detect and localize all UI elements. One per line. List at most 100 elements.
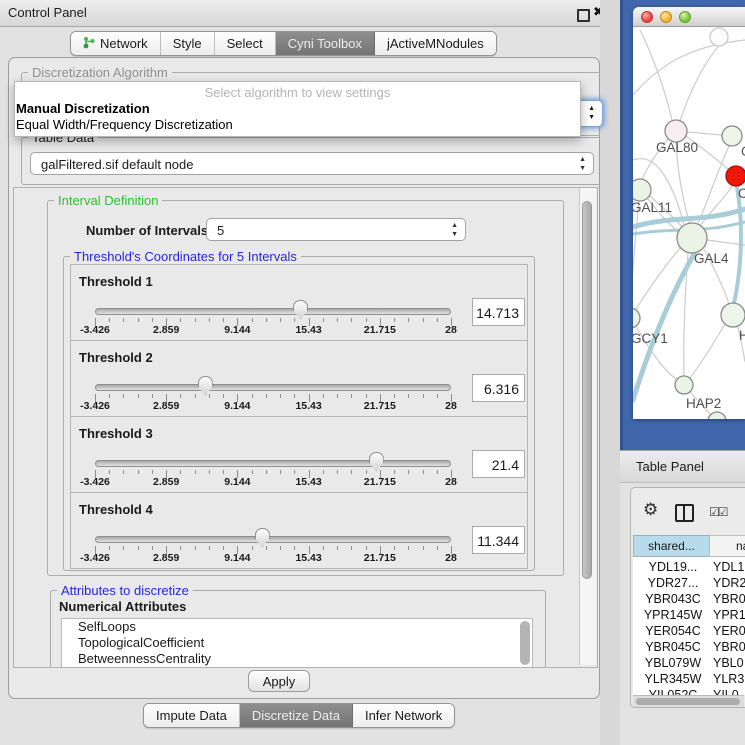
minor-tick [152, 470, 153, 474]
network-edge[interactable] [635, 247, 681, 311]
threshold-value-field[interactable]: 14.713 [472, 298, 525, 326]
horizontal-scrollbar[interactable] [633, 695, 744, 707]
network-edge[interactable] [640, 30, 672, 120]
table-row[interactable]: YBR043CYBR0 [633, 591, 745, 607]
network-node-gal4[interactable] [677, 223, 707, 253]
table-row[interactable]: YLR345WYLR3 [633, 671, 745, 687]
scale-label: -3.426 [65, 400, 125, 412]
tab-select[interactable]: Select [215, 32, 276, 55]
discretization-algorithm-title: Discretization Algorithm [28, 65, 172, 80]
column-header-name[interactable]: na [709, 535, 745, 557]
cell-shared-name: YBR045C [637, 639, 709, 655]
minor-tick [280, 318, 281, 322]
minor-tick [280, 394, 281, 398]
slider-track[interactable] [95, 384, 451, 391]
vertical-scrollbar-thumb[interactable] [582, 201, 592, 579]
network-node[interactable] [710, 28, 728, 46]
table-row[interactable]: YER054CYER0 [633, 623, 745, 639]
network-node-hap2[interactable] [675, 376, 693, 394]
cell-shared-name: YIL052C [637, 687, 709, 695]
slider-thumb[interactable] [293, 300, 308, 319]
network-edge[interactable] [690, 324, 725, 378]
network-node-label: GAL11 [633, 200, 672, 215]
minor-tick [152, 394, 153, 398]
slider-track[interactable] [95, 460, 451, 467]
float-window-icon[interactable] [577, 9, 590, 22]
column-header-shared[interactable]: shared... [633, 535, 710, 557]
panel-divider[interactable] [600, 0, 620, 745]
table-row[interactable]: YPR145WYPR1 [633, 607, 745, 623]
network-node-label: GAL4 [694, 251, 729, 266]
horizontal-scrollbar-thumb[interactable] [636, 698, 740, 705]
tab-cyni-toolbox[interactable]: Cyni Toolbox [276, 32, 375, 55]
minor-tick [195, 470, 196, 474]
combo-spinner-icon[interactable]: ▲▼ [579, 155, 586, 173]
tab-style[interactable]: Style [161, 32, 215, 55]
tab-infer-network[interactable]: Infer Network [353, 704, 454, 727]
network-edge-thick[interactable] [734, 187, 741, 303]
attribute-list-item[interactable]: SelfLoops [62, 619, 532, 635]
network-edge[interactable] [687, 132, 722, 135]
tab-network-label: Network [100, 36, 148, 51]
network-edge[interactable] [633, 40, 745, 95]
number-of-intervals-combobox[interactable]: 5 ▲▼ [206, 218, 466, 241]
slider-thumb[interactable] [198, 376, 213, 395]
threshold-value-field[interactable]: 11.344 [472, 526, 525, 554]
table-row[interactable]: YBL079WYBL0 [633, 655, 745, 671]
network-window-titlebar[interactable] [633, 7, 745, 27]
network-node-h[interactable] [721, 303, 745, 327]
network-node-label: HAP2 [686, 396, 721, 411]
table-row[interactable]: YBR045CYBR0 [633, 639, 745, 655]
dropdown-hint-option[interactable]: Select algorithm to view settings [15, 82, 580, 101]
threshold-value-field[interactable]: 21.4 [472, 450, 525, 478]
combo-spinner-icon[interactable]: ▲▼ [451, 221, 458, 239]
network-node-c[interactable] [726, 166, 745, 186]
minor-tick [366, 546, 367, 550]
minimize-traffic-light[interactable] [660, 11, 672, 23]
minor-tick [323, 546, 324, 550]
network-canvas[interactable]: GAL80GCGAL11GAL4GCY1HHAP2 [633, 27, 745, 419]
tab-jactivemnodules[interactable]: jActiveMNodules [375, 32, 496, 55]
table-row[interactable]: YDR27...YDR2 [633, 575, 745, 591]
tab-impute-data[interactable]: Impute Data [144, 704, 240, 727]
threshold-value-field[interactable]: 6.316 [472, 374, 525, 402]
numerical-attributes-label: Numerical Attributes [59, 599, 186, 614]
table-row[interactable]: YIL052CYIL0 [633, 687, 745, 695]
slider-thumb[interactable] [255, 528, 270, 547]
vertical-scrollbar[interactable] [579, 188, 596, 665]
threshold-box-4: Threshold 4-3.4262.8599.14415.4321.71528… [70, 492, 528, 569]
attributes-list-scrollbar[interactable] [520, 621, 530, 665]
attribute-list-item[interactable]: TopologicalCoefficient [62, 635, 532, 651]
numerical-attributes-list[interactable]: SelfLoopsTopologicalCoefficientBetweenne… [61, 618, 533, 668]
threshold-label: Threshold 1 [79, 274, 153, 289]
network-edge[interactable] [680, 46, 719, 121]
close-traffic-light[interactable] [641, 11, 653, 23]
network-node[interactable] [708, 412, 726, 419]
column-layout-icon[interactable] [675, 504, 694, 522]
tab-discretize-data[interactable]: Discretize Data [240, 704, 353, 727]
network-node-gcy1[interactable] [633, 308, 640, 328]
minor-tick [180, 394, 181, 398]
cell-shared-name: YDL19... [637, 559, 709, 575]
tab-network[interactable]: Network [71, 32, 161, 55]
dropdown-option-manual-discretization[interactable]: Manual Discretization [15, 101, 580, 117]
table-row[interactable]: YDL19...YDL1 [633, 559, 745, 575]
attribute-list-item[interactable]: BetweennessCentrality [62, 651, 532, 667]
network-edge[interactable] [633, 201, 639, 308]
slider-thumb[interactable] [369, 452, 384, 471]
slider-track[interactable] [95, 536, 451, 543]
network-node-g[interactable] [722, 126, 742, 146]
table-data-combobox[interactable]: galFiltered.sif default node ▲▼ [30, 152, 594, 175]
slider-track[interactable] [95, 308, 451, 315]
zoom-traffic-light[interactable] [679, 11, 691, 23]
minor-tick [394, 318, 395, 322]
network-node-gal11[interactable] [633, 179, 651, 201]
scale-label: 2.859 [136, 324, 196, 336]
network-node-gal80[interactable] [665, 120, 687, 142]
dropdown-option-equal-width-frequency[interactable]: Equal Width/Frequency Discretization [15, 117, 580, 133]
apply-button[interactable]: Apply [248, 670, 310, 692]
minor-tick [180, 318, 181, 322]
select-columns-checkboxes-icon[interactable]: ☑☑ [709, 505, 727, 519]
gear-icon[interactable]: ⚙ [643, 501, 658, 518]
minor-tick [351, 470, 352, 474]
